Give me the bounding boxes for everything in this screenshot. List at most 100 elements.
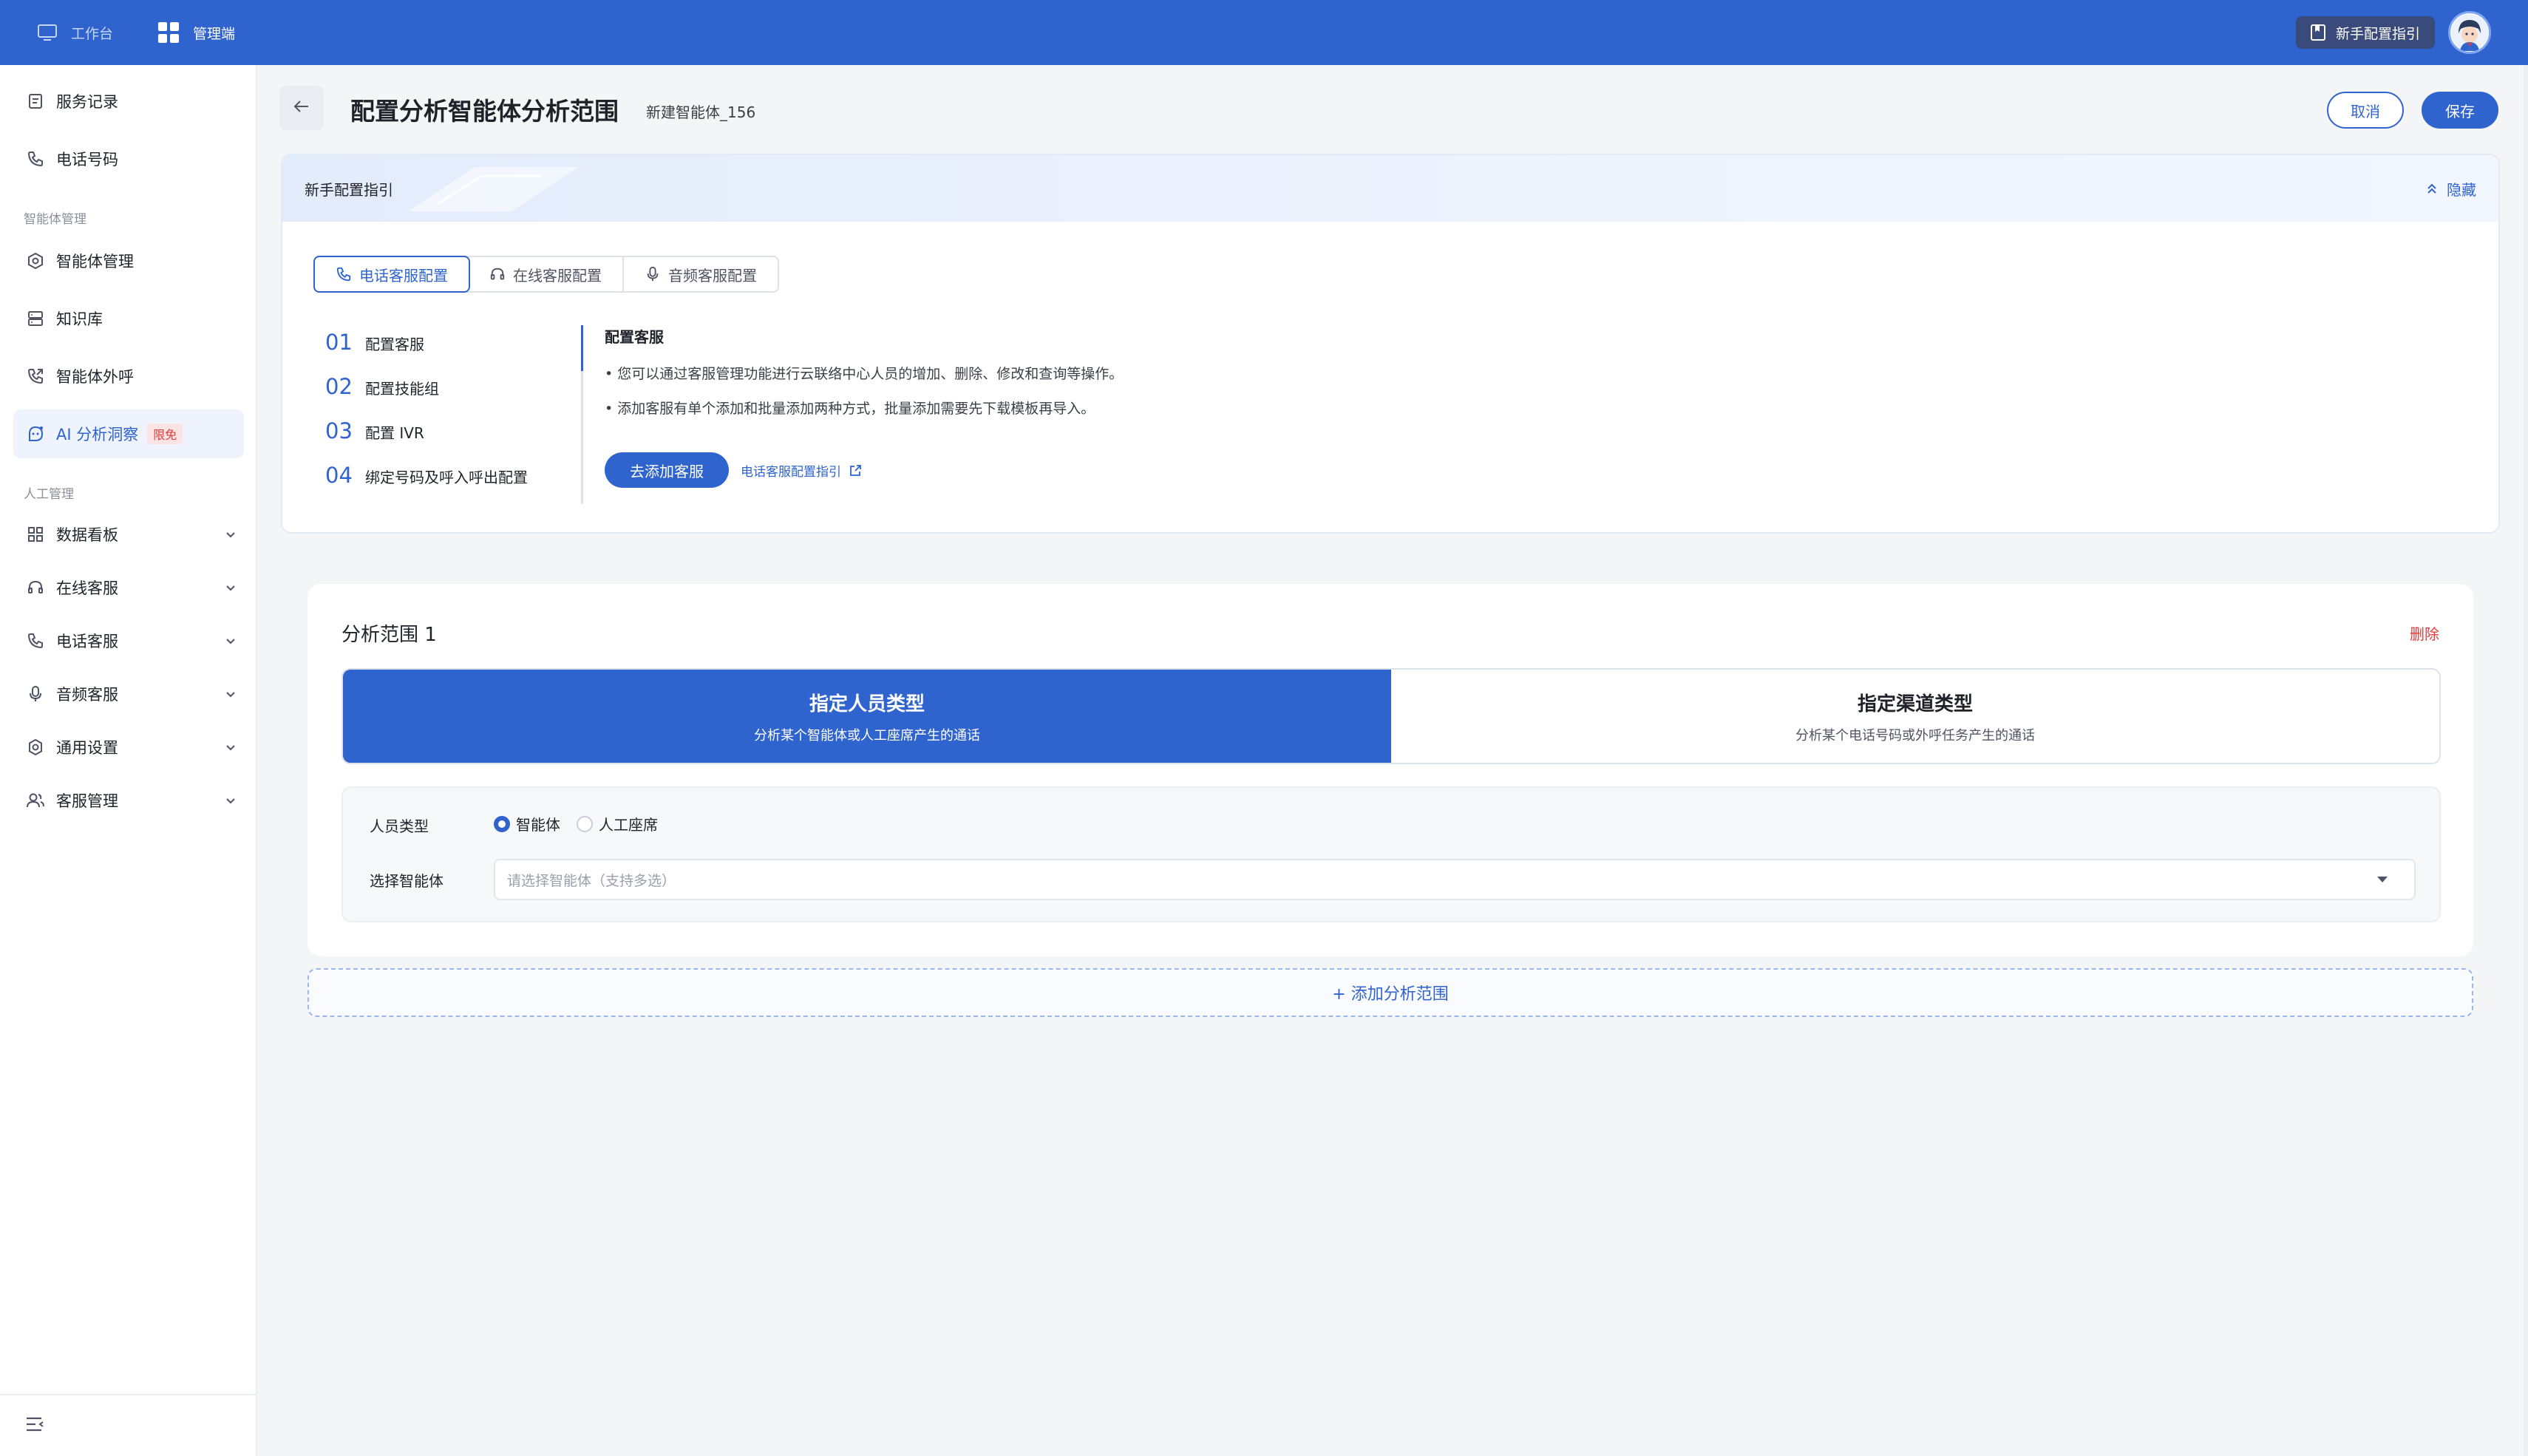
chevron-down-icon [225,579,237,597]
sidebar-divider [0,1394,256,1395]
sidebar-item-label: 客服管理 [56,792,118,810]
tab-admin-label: 管理端 [193,25,236,42]
beginner-guide-label: 新手配置指引 [2335,25,2420,42]
radio-human-seat[interactable]: 人工座席 [577,813,658,834]
sidebar-item-dashboard[interactable]: 数据看板 [13,510,244,559]
sidebar-item-general-settings[interactable]: 通用设置 [13,723,244,772]
sidebar-item-staff-management[interactable]: 客服管理 [13,776,244,825]
radio-dot [494,815,510,832]
chevron-down-icon [225,686,237,704]
sidebar-item-agent-management[interactable]: 智能体管理 [13,237,244,285]
range-form: 人员类型 智能体 人工座席 选择智能体 请选择智能体（支持多选） [342,786,2441,922]
range-title: 分析范围 1 [342,624,437,646]
chevron-down-icon [225,633,237,650]
sidebar-item-label: 在线客服 [56,579,118,597]
option-desc: 分析某个智能体或人工座席产生的通话 [754,727,980,744]
tab-online-config[interactable]: 在线客服配置 [469,257,624,291]
add-analysis-range-button[interactable]: + 添加分析范围 [307,968,2473,1017]
scrollbar-track[interactable] [2524,65,2528,1456]
option-person-type[interactable]: 指定人员类型 分析某个智能体或人工座席产生的通话 [343,670,1391,763]
headset-icon [25,577,46,598]
beginner-guide-panel: 新手配置指引 隐藏 电话客服配置 在线客服配置 音频客服配置 01 配置客服 0… [281,154,2500,534]
tab-label: 在线客服配置 [513,266,602,285]
sidebar-item-label: AI 分析洞察 [56,426,139,443]
guide-header: 新手配置指引 隐藏 [282,155,2498,222]
sidebar-item-phone-service[interactable]: 电话客服 [13,616,244,665]
sidebar-item-agent-outbound[interactable]: 智能体外呼 [13,352,244,401]
user-avatar[interactable] [2448,11,2491,54]
ai-robot-icon [25,423,46,444]
phone-icon [25,149,46,169]
tab-workbench-label: 工作台 [71,25,114,42]
delete-range-button[interactable]: 删除 [2410,622,2439,644]
guide-channel-tabs: 电话客服配置 在线客服配置 音频客服配置 [313,256,779,293]
beginner-guide-button[interactable]: 新手配置指引 [2295,16,2435,49]
back-button[interactable] [279,86,324,130]
person-type-radio-group: 智能体 人工座席 [494,813,674,834]
sidebar-item-audio-service[interactable]: 音频客服 [13,670,244,718]
double-chevron-up-icon [2426,183,2438,194]
option-title: 指定人员类型 [809,693,925,715]
chevron-down-icon [225,739,237,757]
step-number: 03 [325,418,353,443]
step-4[interactable]: 04 绑定号码及呼入呼出配置 [325,463,528,488]
sidebar-item-phone-numbers[interactable]: 电话号码 [13,135,244,183]
caret-down-icon [2377,877,2388,882]
save-button[interactable]: 保存 [2422,92,2498,129]
tab-phone-config[interactable]: 电话客服配置 [313,256,470,293]
step-2[interactable]: 02 配置技能组 [325,374,439,399]
select-agent-label: 选择智能体 [370,872,444,890]
sidebar-section-agent: 智能体管理 [24,212,86,227]
guide-title: 新手配置指引 [305,180,393,199]
tab-admin[interactable]: 管理端 [157,0,235,65]
option-title: 指定渠道类型 [1857,693,1973,715]
external-link-icon [849,464,862,477]
collapse-sidebar-icon[interactable] [25,1416,44,1435]
database-icon [25,308,46,329]
radio-dot [577,815,593,832]
page-title: 配置分析智能体分析范围 [350,97,619,126]
step-3[interactable]: 03 配置 IVR [325,418,424,443]
option-channel-type[interactable]: 指定渠道类型 分析某个电话号码或外呼任务产生的通话 [1391,670,2439,763]
users-icon [25,790,46,811]
hide-guide-label: 隐藏 [2447,180,2476,199]
chevron-down-icon [225,792,237,810]
sidebar-section-human: 人工管理 [24,487,74,502]
phone-outgoing-icon [25,366,46,387]
radio-agent[interactable]: 智能体 [494,813,560,834]
sidebar-item-label: 智能体外呼 [56,368,134,386]
sidebar-item-label: 通用设置 [56,739,118,757]
main-content: 配置分析智能体分析范围 新建智能体_156 取消 保存 新手配置指引 隐藏 电话… [257,65,2528,1456]
tab-workbench[interactable]: 工作台 [37,0,113,65]
sidebar-item-service-records[interactable]: 服务记录 [13,77,244,126]
radio-label: 人工座席 [599,816,658,834]
phone-icon [336,266,352,282]
phone-service-guide-link[interactable]: 电话客服配置指引 [741,461,862,480]
decorative-pattern-icon [408,167,578,211]
sidebar-item-label: 音频客服 [56,686,118,704]
document-icon [25,91,46,112]
agent-select[interactable]: 请选择智能体（支持多选） [494,859,2416,900]
step-label: 绑定号码及呼入呼出配置 [365,469,528,486]
dashboard-icon [25,524,46,545]
sidebar-item-label: 电话客服 [56,633,118,650]
tab-label: 音频客服配置 [668,266,757,285]
steps-active-indicator [581,325,583,371]
sidebar-item-ai-insight[interactable]: AI 分析洞察 限免 [13,409,244,458]
analysis-range-card: 分析范围 1 删除 指定人员类型 分析某个智能体或人工座席产生的通话 指定渠道类… [307,584,2473,956]
hexagon-gear-icon [25,251,46,271]
tab-audio-config[interactable]: 音频客服配置 [624,257,778,291]
sidebar-item-knowledge-base[interactable]: 知识库 [13,294,244,343]
step-number: 04 [325,463,353,488]
step-1[interactable]: 01 配置客服 [325,330,424,355]
cancel-button[interactable]: 取消 [2327,92,2404,129]
step-label: 配置技能组 [365,380,439,398]
chevron-down-icon [225,526,237,544]
sidebar-item-online-service[interactable]: 在线客服 [13,563,244,612]
sidebar-item-label: 电话号码 [56,151,118,169]
add-agent-button[interactable]: 去添加客服 [605,452,729,488]
hide-guide-button[interactable]: 隐藏 [2426,178,2476,200]
phone-icon [25,630,46,651]
tab-label: 电话客服配置 [359,266,448,285]
sidebar-item-label: 服务记录 [56,93,118,111]
